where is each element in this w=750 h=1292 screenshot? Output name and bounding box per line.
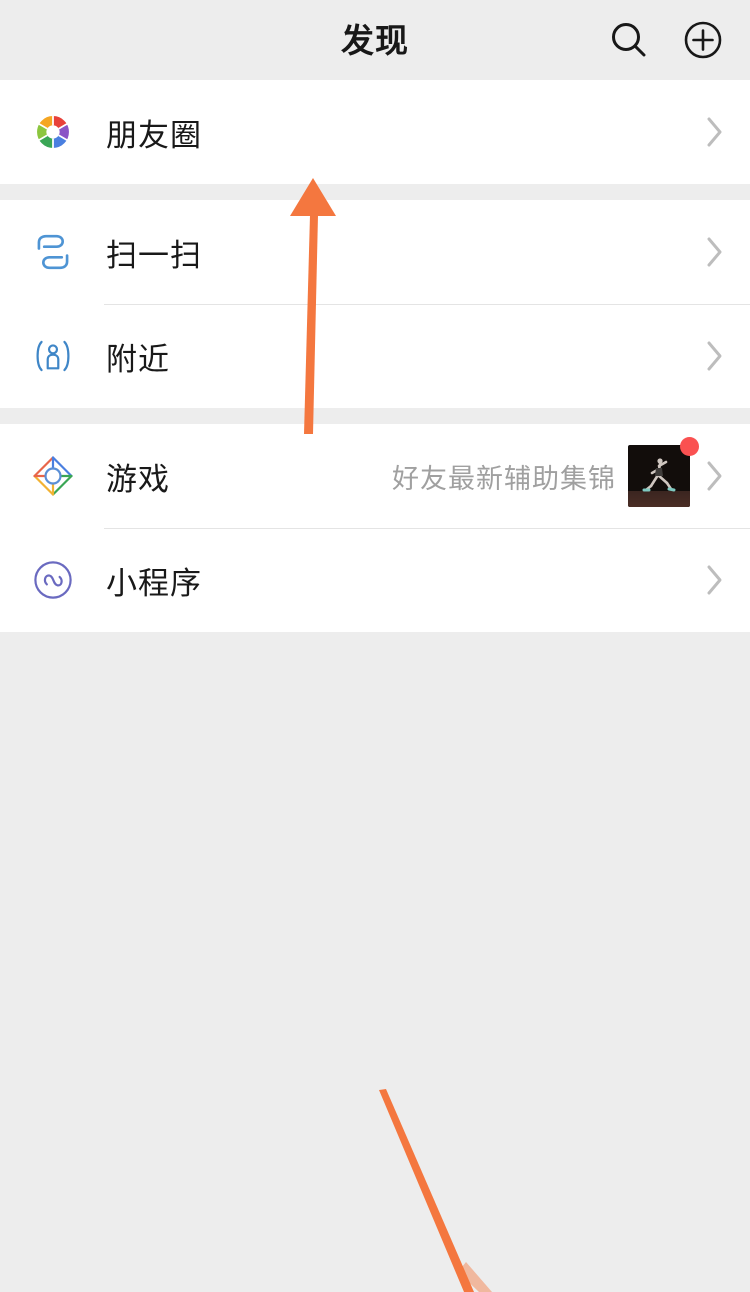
chevron-right-icon xyxy=(702,335,728,377)
list-item-label: 游戏 xyxy=(106,461,170,497)
group-divider xyxy=(0,184,750,200)
list-item-label: 朋友圈 xyxy=(106,117,202,153)
moments-aperture-icon xyxy=(30,109,76,155)
list-item-label: 小程序 xyxy=(106,565,202,601)
mini-program-icon xyxy=(30,557,76,603)
runner-figure-icon xyxy=(642,458,676,492)
list-item-moments[interactable]: 朋友圈 xyxy=(0,80,750,184)
scan-icon xyxy=(30,229,76,275)
chevron-right-icon xyxy=(702,111,728,153)
plus-circle-icon[interactable] xyxy=(680,17,726,63)
games-diamond-icon xyxy=(30,453,76,499)
app-header: 发现 xyxy=(0,0,750,80)
list-group: 扫一扫 附近 xyxy=(0,200,750,408)
list-item-games[interactable]: 游戏 好友最新辅助集锦 xyxy=(0,424,750,528)
discover-list: 朋友圈 扫一扫 附近 游戏 好友最新辅助集锦 小程序 xyxy=(0,80,750,632)
chevron-right-icon xyxy=(702,231,728,273)
list-item-scan[interactable]: 扫一扫 xyxy=(0,200,750,304)
search-icon[interactable] xyxy=(606,17,652,63)
list-group: 游戏 好友最新辅助集锦 小程序 xyxy=(0,424,750,632)
page-title: 发现 xyxy=(341,21,409,59)
chevron-right-icon xyxy=(702,455,728,497)
list-group: 朋友圈 xyxy=(0,80,750,184)
list-item-label: 扫一扫 xyxy=(106,237,202,273)
notification-badge-dot xyxy=(680,437,699,456)
runner-thumbnail[interactable] xyxy=(628,437,699,507)
group-divider xyxy=(0,408,750,424)
list-item-nearby[interactable]: 附近 xyxy=(0,304,750,408)
list-item-subtitle: 好友最新辅助集锦 xyxy=(392,463,616,494)
header-actions xyxy=(606,0,726,80)
thumbnail-image xyxy=(628,445,690,507)
list-item-label: 附近 xyxy=(106,341,170,377)
chevron-right-icon xyxy=(702,559,728,601)
list-item-mini-programs[interactable]: 小程序 xyxy=(0,528,750,632)
orange-diagonal-line xyxy=(379,1089,492,1292)
nearby-person-icon xyxy=(30,333,76,379)
